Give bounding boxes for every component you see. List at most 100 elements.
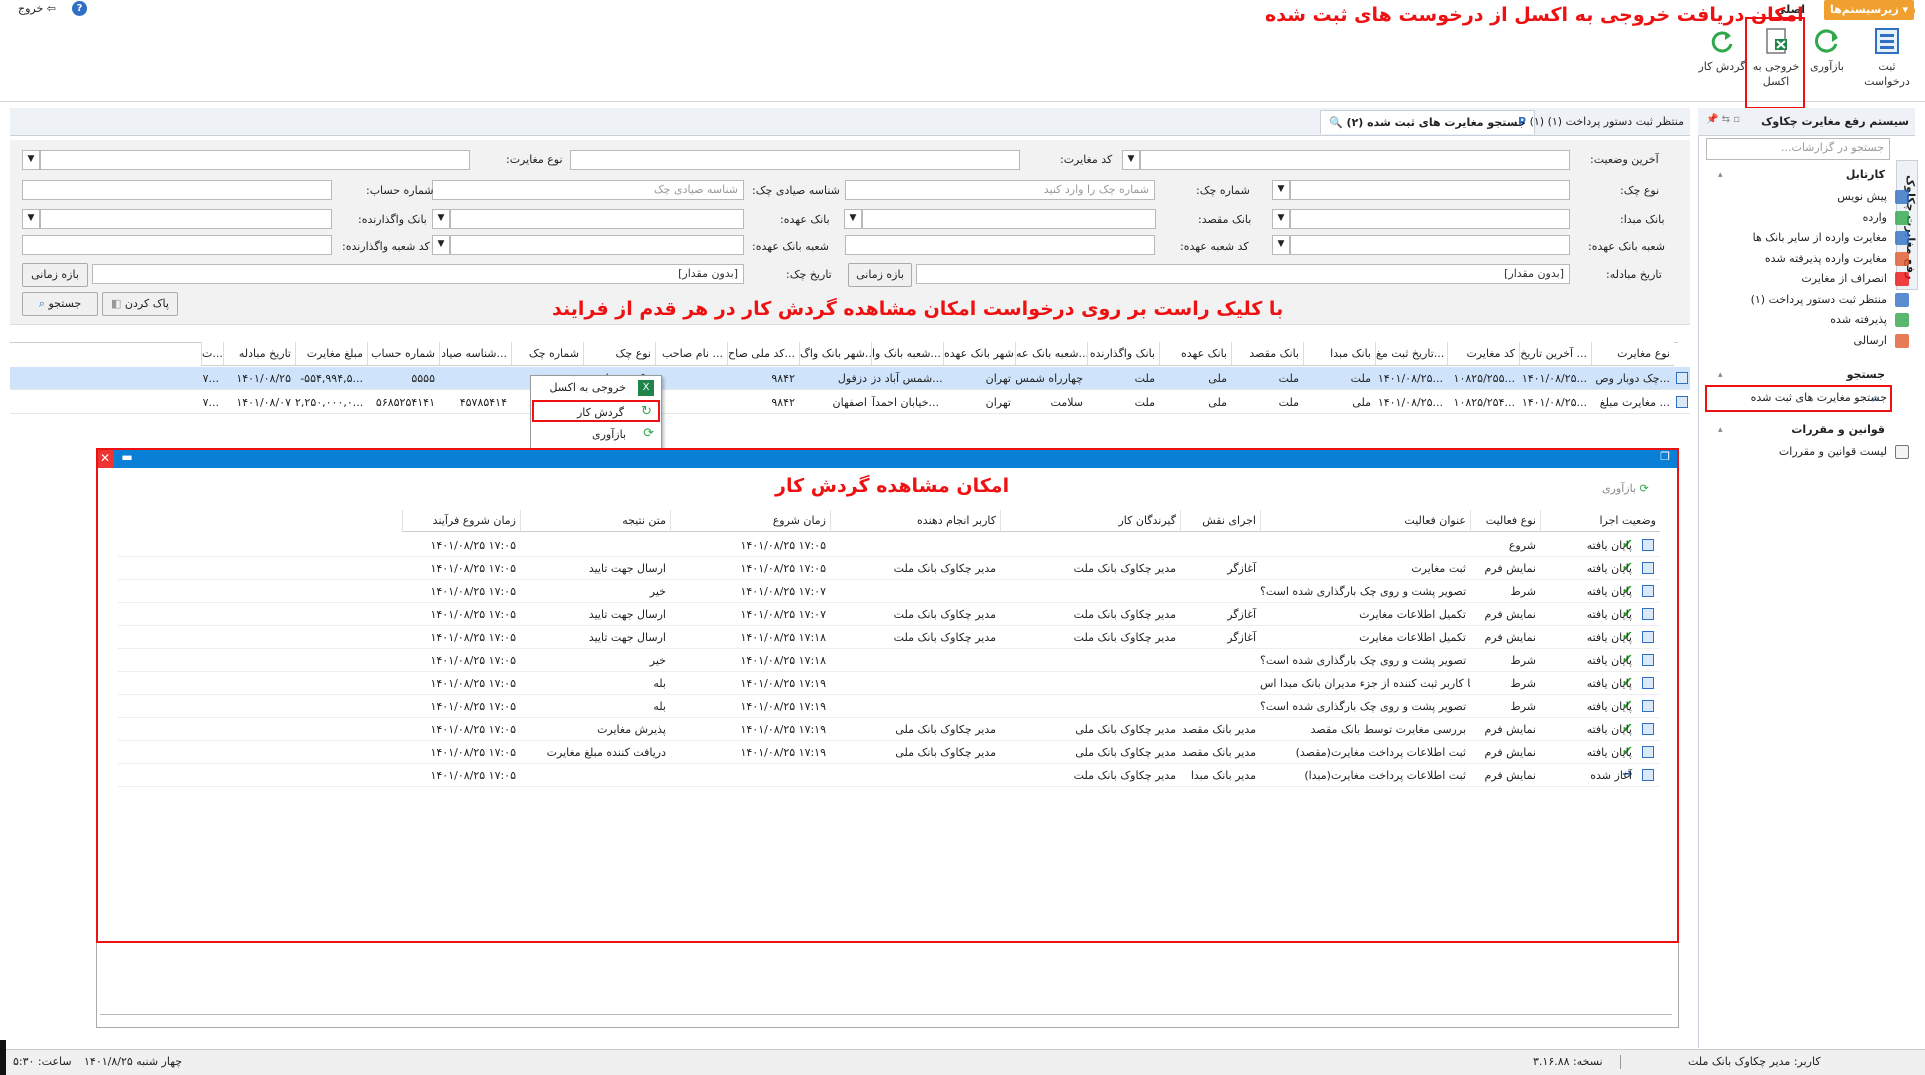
column-header[interactable]: شعبه بانک وا... <box>871 342 943 366</box>
column-header[interactable]: بانک مبدا <box>1303 342 1375 366</box>
workflow-row-icon[interactable] <box>1642 677 1654 689</box>
workflow-column-header[interactable]: گیرندگان کار <box>1000 510 1180 532</box>
assigner-bank-input[interactable] <box>40 209 332 229</box>
column-header[interactable]: شناسه صیاد... <box>439 342 511 366</box>
clear-button[interactable]: پاک کردن ◧ <box>102 292 178 316</box>
assigner-branch-input[interactable] <box>450 235 744 255</box>
group-rules[interactable]: قوانین و مقررات <box>1791 423 1885 436</box>
collapse-icon[interactable]: ▴ <box>1718 370 1723 380</box>
workflow-row-icon[interactable] <box>1642 723 1654 735</box>
column-header[interactable]: شماره حساب <box>367 342 439 366</box>
exchange-date-range-button[interactable]: بازه زمانی <box>848 263 912 287</box>
workflow-column-header[interactable]: نوع فعالیت <box>1470 510 1540 532</box>
column-header[interactable]: شهر بانک عهده <box>943 342 1015 366</box>
window-refresh-button[interactable]: بازآوری ⟳ <box>1602 482 1649 495</box>
exchange-date-input[interactable]: [بدون مقدار] <box>916 264 1570 284</box>
sidebar-item-inbox[interactable]: مغایرت وارده از سایر بانک ها <box>1753 229 1887 247</box>
workflow-column-header[interactable]: اجرای نقش <box>1180 510 1260 532</box>
origin-bank-dropdown[interactable]: ▼ <box>1272 209 1290 229</box>
workflow-column-header[interactable]: عنوان فعالیت <box>1260 510 1470 532</box>
assigner-branch-code-input[interactable] <box>22 235 332 255</box>
check-type-dropdown[interactable]: ▼ <box>1272 180 1290 200</box>
discrepancy-code-input[interactable] <box>570 150 1020 170</box>
discrepancy-type-dropdown[interactable]: ▼ <box>22 150 40 170</box>
sayad-id-input[interactable]: شناسه صیادی چک <box>432 180 744 200</box>
origin-bank-input[interactable] <box>1290 209 1570 229</box>
group-inbox[interactable]: کارتابل <box>1846 168 1885 181</box>
workflow-column-header[interactable]: زمان شروع فرآیند <box>402 510 520 532</box>
row-form-icon[interactable] <box>1676 372 1688 384</box>
workflow-row-icon[interactable] <box>1642 700 1654 712</box>
workflow-column-header[interactable]: متن نتیجه <box>520 510 670 532</box>
workflow-row-icon[interactable] <box>1642 585 1654 597</box>
custody-bank-input[interactable] <box>450 209 744 229</box>
account-number-input[interactable] <box>22 180 332 200</box>
row-form-icon[interactable] <box>1676 396 1688 408</box>
discrepancy-type-input[interactable] <box>40 150 470 170</box>
column-header[interactable]: شعبه بانک عه... <box>1015 342 1087 366</box>
ctx-workflow[interactable]: گردش کار ↻ <box>532 400 660 422</box>
column-header[interactable]: شهر بانک واگ... <box>799 342 871 366</box>
custody-branch-input[interactable] <box>1290 235 1570 255</box>
column-header[interactable]: تاریخ ثبت مغ... <box>1375 342 1447 366</box>
refresh-button[interactable]: بازآوری <box>1802 26 1852 74</box>
workflow-button[interactable]: گردش کار <box>1698 26 1746 74</box>
workflow-column-header[interactable]: وضعیت اجرا <box>1540 510 1660 532</box>
workflow-row-icon[interactable] <box>1642 746 1654 758</box>
column-header[interactable]: کد مغایرت <box>1447 342 1519 366</box>
workflow-row-icon[interactable] <box>1642 562 1654 574</box>
check-date-range-button[interactable]: بازه زمانی <box>22 263 88 287</box>
check-number-input[interactable]: شماره چک را وارد کنید <box>845 180 1155 200</box>
register-request-button[interactable]: ثبت درخواست <box>1857 26 1917 89</box>
dest-bank-input[interactable] <box>862 209 1156 229</box>
exit-link[interactable]: خروج ⇦ <box>18 2 56 15</box>
collapse-icon[interactable]: ▴ <box>1718 170 1723 180</box>
workflow-row-icon[interactable] <box>1642 631 1654 643</box>
assigner-branch-dropdown[interactable]: ▼ <box>432 235 450 255</box>
workflow-row-icon[interactable] <box>1642 608 1654 620</box>
check-type-input[interactable] <box>1290 180 1570 200</box>
subsystems-tab[interactable]: زیرسیستم‌ها ▾ <box>1824 0 1914 20</box>
custody-branch-code-input[interactable] <box>845 235 1155 255</box>
home-icon[interactable]: ⌂ <box>1908 2 1916 16</box>
help-icon[interactable]: ? <box>72 1 87 16</box>
custody-bank-dropdown[interactable]: ▼ <box>432 209 450 229</box>
workflow-row-icon[interactable] <box>1642 539 1654 551</box>
sidebar-item-rules-list[interactable]: لیست قوانین و مقررات <box>1779 443 1887 461</box>
report-search-input[interactable]: جستجو در گزارشات... <box>1706 138 1890 160</box>
workflow-column-header[interactable]: کاربر انجام دهنده <box>830 510 1000 532</box>
column-header[interactable]: تاریخ مبادله <box>223 342 295 366</box>
collapse-icon[interactable]: ▴ <box>1718 425 1723 435</box>
assigner-bank-dropdown[interactable]: ▼ <box>22 209 40 229</box>
sidebar-item-search-discrepancies[interactable]: جستجو مغایرت های ثبت شده <box>1751 389 1887 407</box>
workflow-column-header[interactable]: زمان شروع <box>670 510 830 532</box>
sidebar-item-inbox[interactable]: ارسالی <box>1854 332 1887 350</box>
sidebar-item-inbox[interactable]: وارده <box>1863 209 1887 227</box>
ctx-refresh[interactable]: بازآوری ⟳ <box>532 424 660 446</box>
column-header[interactable]: کد ملی صاح... <box>727 342 799 366</box>
sidebar-item-inbox[interactable]: مغایرت وارده پذیرفته شده <box>1765 250 1887 268</box>
search-button[interactable]: جستجو ⌕ <box>22 292 98 316</box>
last-status-dropdown[interactable]: ▼ <box>1122 150 1140 170</box>
column-header[interactable]: نام صاحب ... <box>655 342 727 366</box>
sidebar-item-inbox[interactable]: منتظر ثبت دستور پرداخت (۱) <box>1751 291 1887 309</box>
ctx-export-excel[interactable]: خروجی به اکسل X <box>532 377 660 399</box>
custody-branch-dropdown[interactable]: ▼ <box>1272 235 1290 255</box>
column-header[interactable]: بانک مقصد <box>1231 342 1303 366</box>
pin-icon[interactable]: 📌 ⇆ ▫ <box>1706 114 1740 125</box>
tab-pending-payment[interactable]: منتظر ثبت دستور پرداخت (۱) (۱) P <box>1510 110 1692 134</box>
tab-search-discrepancies[interactable]: جستجو مغایرت های ثبت شده (۲) 🔍 <box>1320 110 1535 134</box>
column-header[interactable]: نوع مغایرت <box>1591 342 1674 366</box>
dest-bank-dropdown[interactable]: ▼ <box>844 209 862 229</box>
column-header[interactable]: آخرین تاریخ ... <box>1519 342 1591 366</box>
sidebar-item-inbox[interactable]: انصراف از مغایرت <box>1801 270 1887 288</box>
column-header[interactable]: بانک واگذارنده <box>1087 342 1159 366</box>
column-header[interactable]: مبلغ مغایرت <box>295 342 367 366</box>
workflow-row-icon[interactable] <box>1642 654 1654 666</box>
sidebar-item-inbox[interactable]: پذیرفته شده <box>1830 311 1887 329</box>
sidebar-item-inbox[interactable]: پیش نویس <box>1837 188 1887 206</box>
column-header[interactable]: شماره چک <box>511 342 583 366</box>
check-date-input[interactable]: [بدون مقدار] <box>92 264 744 284</box>
column-header[interactable]: بانک عهده <box>1159 342 1231 366</box>
column-header[interactable]: نوع چک <box>583 342 655 366</box>
